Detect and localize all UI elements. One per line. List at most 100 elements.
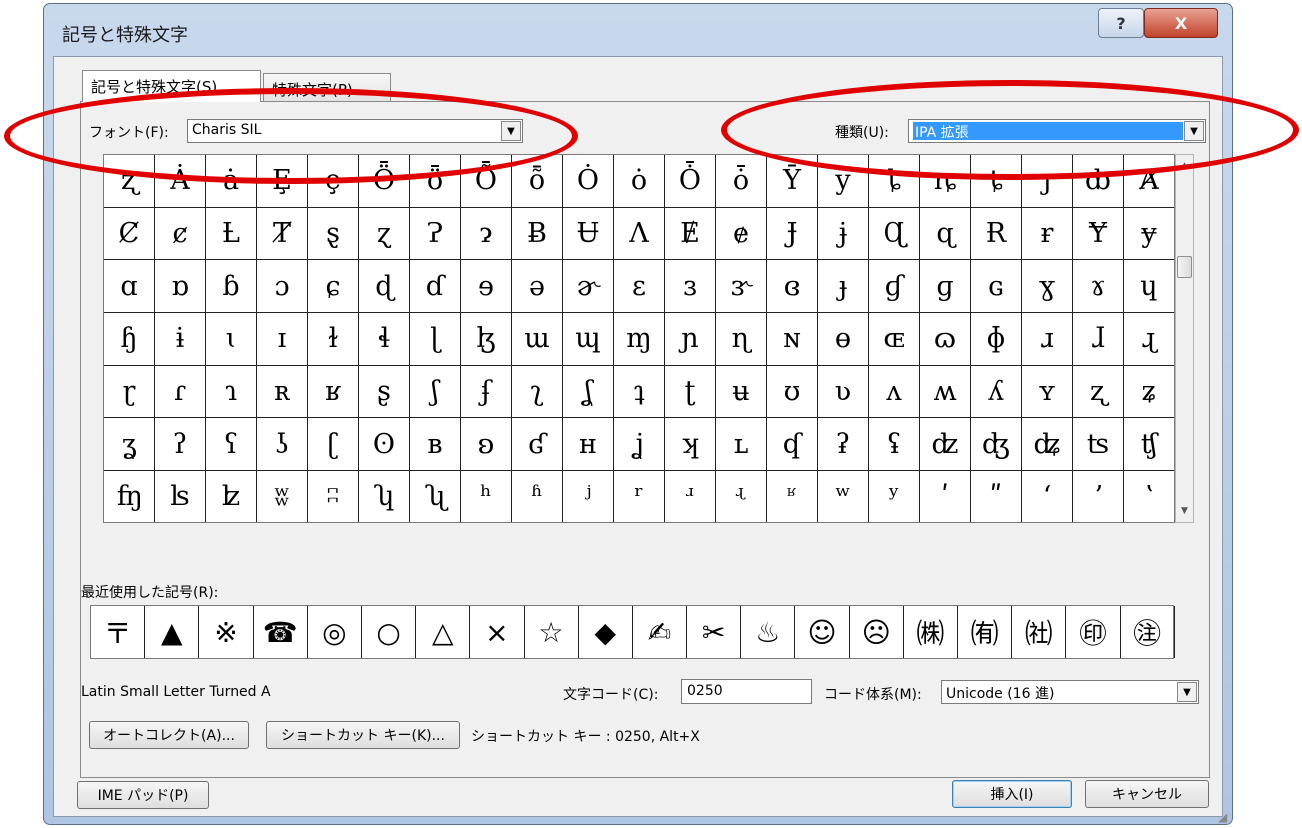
symbol-cell[interactable]: ɾ xyxy=(155,365,206,419)
scroll-down-icon[interactable]: ▼ xyxy=(1176,502,1193,520)
symbol-cell[interactable]: ɡ xyxy=(920,260,971,314)
symbol-cell[interactable]: ʵ xyxy=(716,471,767,522)
symbol-cell[interactable]: ʗ xyxy=(308,418,359,472)
recent-symbol-cell[interactable]: ㊞ xyxy=(1066,606,1121,658)
recent-symbol-cell[interactable]: ☺ xyxy=(795,606,850,658)
symbol-cell[interactable]: ɖ xyxy=(359,260,410,314)
char-code-input[interactable]: 0250 xyxy=(681,679,812,704)
symbol-cell[interactable]: ʤ xyxy=(971,418,1022,472)
symbol-cell[interactable]: ɑ xyxy=(104,260,155,314)
symbol-cell[interactable]: ʏ xyxy=(1022,365,1073,419)
symbol-cell[interactable]: ȴ xyxy=(869,155,920,208)
symbol-cell[interactable]: ʙ xyxy=(410,418,461,472)
font-select[interactable]: Charis SIL ▼ xyxy=(187,119,523,143)
symbol-cell[interactable]: ʽ xyxy=(1124,471,1174,522)
symbol-cell[interactable]: ȫ xyxy=(410,155,461,208)
symbol-cell[interactable]: Ɉ xyxy=(767,207,818,261)
symbol-cell[interactable]: Ɏ xyxy=(1073,207,1124,261)
symbol-cell[interactable]: ʴ xyxy=(665,471,716,522)
symbol-cell[interactable]: ɀ xyxy=(359,207,410,261)
symbol-grid-scrollbar[interactable]: ▲ ▼ xyxy=(1175,154,1194,523)
recent-symbol-cell[interactable]: ㈱ xyxy=(904,606,958,658)
symbol-cell[interactable]: ʩ xyxy=(104,471,155,522)
chevron-down-icon[interactable]: ▼ xyxy=(501,121,521,141)
symbol-cell[interactable]: ʍ xyxy=(920,365,971,419)
symbol-cell[interactable]: ȱ xyxy=(716,155,767,208)
resize-grip-icon[interactable]: ◢ xyxy=(1218,810,1232,824)
tab-symbols[interactable]: 記号と特殊文字(S) xyxy=(82,70,261,102)
symbol-cell[interactable]: ʎ xyxy=(971,365,1022,419)
ime-pad-button[interactable]: IME パッド(P) xyxy=(77,781,209,809)
chevron-down-icon[interactable]: ▼ xyxy=(1177,682,1197,702)
symbol-cell[interactable]: ʶ xyxy=(767,471,818,522)
symbol-cell[interactable]: ʁ xyxy=(308,365,359,419)
symbol-cell[interactable]: ʥ xyxy=(1022,418,1073,472)
symbol-cell[interactable]: ɟ xyxy=(818,260,869,314)
symbol-cell[interactable]: ɕ xyxy=(308,260,359,314)
chevron-down-icon[interactable]: ▼ xyxy=(1184,121,1204,141)
symbol-cell[interactable]: ɮ xyxy=(461,313,512,366)
symbol-cell[interactable]: ʃ xyxy=(410,365,461,419)
symbol-cell[interactable]: ʸ xyxy=(869,471,920,522)
symbol-cell[interactable]: ɳ xyxy=(716,313,767,366)
recent-symbol-cell[interactable]: ○ xyxy=(362,606,417,658)
recent-symbol-cell[interactable]: ✂ xyxy=(687,606,742,658)
symbol-cell[interactable]: ɗ xyxy=(410,260,461,314)
symbol-cell[interactable]: Ƀ xyxy=(512,207,563,261)
symbol-cell[interactable]: ʠ xyxy=(767,418,818,472)
symbol-cell[interactable]: ʜ xyxy=(563,418,614,472)
title-bar[interactable]: 記号と特殊文字 ? X xyxy=(44,4,1232,56)
symbol-cell[interactable]: ɉ xyxy=(818,207,869,261)
symbol-cell[interactable]: ʲ xyxy=(563,471,614,522)
symbol-cell[interactable]: Ȫ xyxy=(359,155,410,208)
recent-symbol-cell[interactable]: × xyxy=(470,606,525,658)
symbol-cell[interactable]: ȼ xyxy=(155,207,206,261)
symbol-grid[interactable]: ʐȦȧȨȩȪȫȬȭȮȯȰȱȲȳȴȵȶȷȸȺȻȼȽȾȿɀɁɂɃɄɅɆɇɈɉɊɋɌɍ… xyxy=(103,154,1175,523)
symbol-cell[interactable]: ɇ xyxy=(716,207,767,261)
symbol-cell[interactable]: Ⱦ xyxy=(257,207,308,261)
symbol-cell[interactable]: ɽ xyxy=(104,365,155,419)
symbol-cell[interactable]: Ȯ xyxy=(563,155,614,208)
symbol-cell[interactable]: ʧ xyxy=(1124,418,1174,472)
symbol-cell[interactable]: ɞ xyxy=(767,260,818,314)
symbol-cell[interactable]: ʱ xyxy=(512,471,563,522)
symbol-cell[interactable]: ȶ xyxy=(971,155,1022,208)
symbol-cell[interactable]: ɂ xyxy=(461,207,512,261)
symbol-cell[interactable]: ȩ xyxy=(308,155,359,208)
symbol-cell[interactable]: ɿ xyxy=(206,365,257,419)
symbol-cell[interactable]: Ȱ xyxy=(665,155,716,208)
symbol-cell[interactable]: ʉ xyxy=(716,365,767,419)
symbol-cell[interactable]: ɸ xyxy=(971,313,1022,366)
symbol-cell[interactable]: ʹ xyxy=(920,471,971,522)
help-button[interactable]: ? xyxy=(1098,8,1144,38)
symbol-cell[interactable]: ʭ xyxy=(308,471,359,522)
symbol-cell[interactable]: ɶ xyxy=(869,313,920,366)
recent-symbol-cell[interactable]: ▲ xyxy=(145,606,200,658)
symbol-cell[interactable]: ʀ xyxy=(257,365,308,419)
symbol-cell[interactable]: ʬ xyxy=(257,471,308,522)
symbol-cell[interactable]: ʋ xyxy=(818,365,869,419)
symbol-cell[interactable]: ɫ xyxy=(308,313,359,366)
symbol-cell[interactable]: ʦ xyxy=(1073,418,1124,472)
symbol-cell[interactable]: ɤ xyxy=(1073,260,1124,314)
symbol-cell[interactable]: ɘ xyxy=(461,260,512,314)
symbol-cell[interactable]: ʂ xyxy=(359,365,410,419)
symbol-cell[interactable]: ʇ xyxy=(614,365,665,419)
recent-symbol-cell[interactable]: ☆ xyxy=(525,606,579,658)
symbol-cell[interactable]: ɣ xyxy=(1022,260,1073,314)
symbol-cell[interactable]: ɚ xyxy=(563,260,614,314)
symbol-cell[interactable]: Ȼ xyxy=(104,207,155,261)
symbol-cell[interactable]: ʻ xyxy=(1022,471,1073,522)
symbol-cell[interactable]: ʯ xyxy=(410,471,461,522)
symbol-cell[interactable]: ɒ xyxy=(155,260,206,314)
symbol-cell[interactable]: ɰ xyxy=(563,313,614,366)
symbol-cell[interactable]: Ɋ xyxy=(869,207,920,261)
recent-symbol-cell[interactable]: ※ xyxy=(199,606,254,658)
symbol-cell[interactable]: ʳ xyxy=(614,471,665,522)
code-system-select[interactable]: Unicode (16 進) ▼ xyxy=(941,680,1199,704)
symbol-cell[interactable]: ʛ xyxy=(512,418,563,472)
symbol-cell[interactable]: ɛ xyxy=(614,260,665,314)
symbol-cell[interactable]: Ⱥ xyxy=(1124,155,1174,208)
recent-symbol-cell[interactable]: ◆ xyxy=(579,606,633,658)
symbol-cell[interactable]: Ɂ xyxy=(410,207,461,261)
